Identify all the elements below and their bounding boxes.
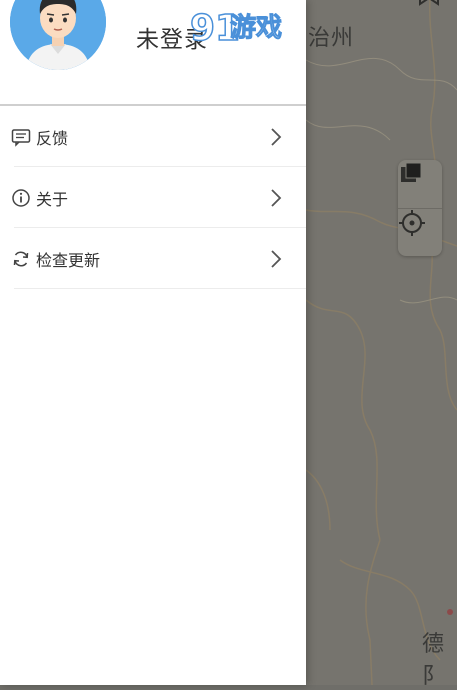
- menu-item-label: 关于: [36, 189, 69, 209]
- watermark-logo: 91 游戏 91danji.com: [189, 4, 302, 60]
- chevron-right-icon: [271, 249, 282, 268]
- refresh-icon: [13, 251, 29, 266]
- map-controls: [398, 160, 442, 256]
- menu-item-about[interactable]: 关于: [0, 167, 306, 228]
- crosshair-icon: [399, 210, 425, 236]
- map-city-label-bottom: 德阝: [422, 632, 446, 689]
- layers-button[interactable]: [398, 160, 442, 208]
- chevron-right-icon: [271, 127, 282, 146]
- feedback-icon: [11, 128, 31, 147]
- bookmark-icon: [419, 0, 439, 6]
- user-avatar-icon: [10, 0, 106, 70]
- menu-item-label: 反馈: [36, 128, 69, 148]
- drawer-menu: 反馈 关于 检查更新: [0, 106, 306, 289]
- menu-item-check-update[interactable]: 检查更新: [0, 228, 306, 289]
- menu-item-feedback[interactable]: 反馈: [0, 106, 306, 167]
- avatar[interactable]: [10, 0, 106, 70]
- side-drawer: 未登录 反馈 关于 检查更新: [0, 0, 306, 685]
- watermark-site: 91danji.com: [230, 43, 292, 54]
- watermark-title: 游戏: [230, 13, 282, 43]
- chevron-right-icon: [271, 188, 282, 207]
- menu-item-label: 检查更新: [36, 250, 101, 270]
- map-marker: [447, 609, 453, 615]
- info-icon: [12, 188, 30, 207]
- layers-icon: [401, 162, 422, 182]
- map-city-label-top: 治州: [308, 26, 355, 51]
- locate-button[interactable]: [398, 208, 442, 257]
